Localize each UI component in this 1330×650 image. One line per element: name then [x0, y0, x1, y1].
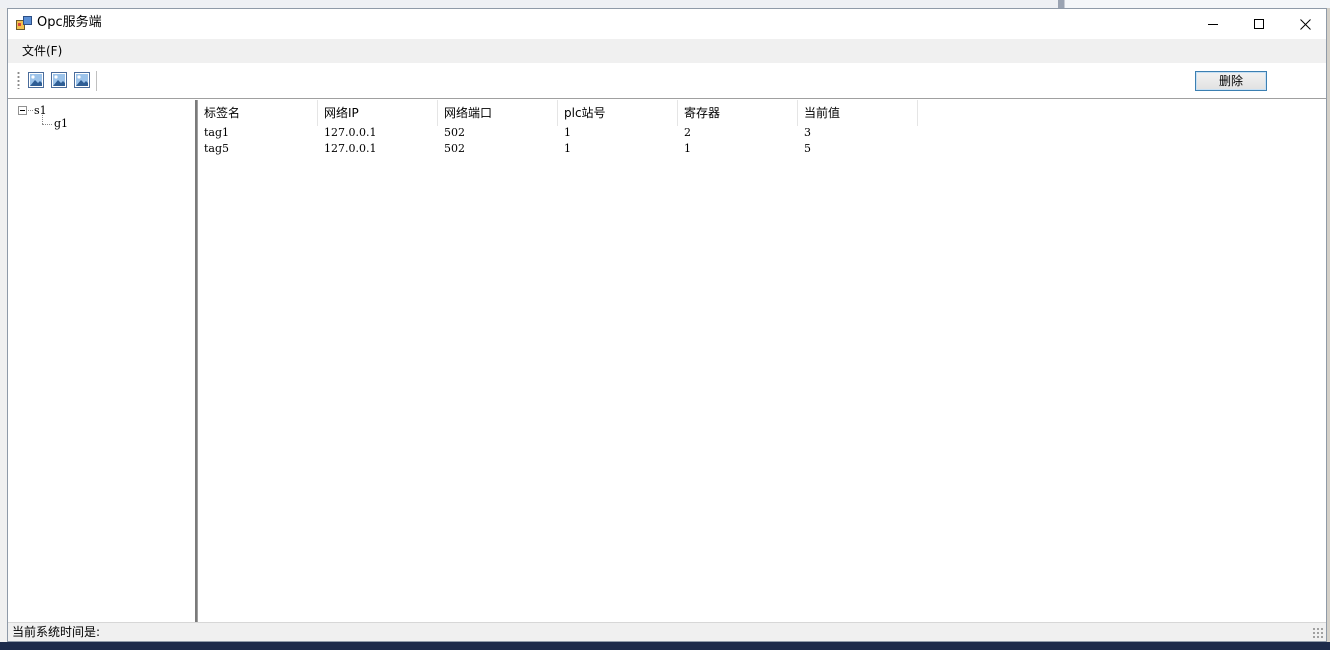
delete-button[interactable]: 删除 — [1195, 71, 1267, 91]
toolbar-separator — [96, 71, 97, 91]
image-icon[interactable] — [51, 72, 67, 88]
toolbar-grip[interactable] — [17, 71, 20, 89]
column-header-ip[interactable]: 网络IP — [318, 100, 438, 126]
cell-tag-name: tag5 — [204, 142, 230, 155]
cell-plc-station: 1 — [564, 126, 571, 139]
column-header-plc-station[interactable]: plc站号 — [558, 100, 678, 126]
maximize-button[interactable] — [1236, 9, 1282, 39]
tree-connector — [28, 110, 33, 111]
column-header-register[interactable]: 寄存器 — [678, 100, 798, 126]
resize-grip-icon[interactable] — [1312, 627, 1324, 639]
minimize-icon — [1207, 23, 1218, 25]
tree-node-g1[interactable]: g1 — [54, 117, 68, 130]
desktop-background-left — [0, 8, 7, 642]
image-icon[interactable] — [74, 72, 90, 88]
maximize-icon — [1253, 18, 1264, 29]
close-button[interactable] — [1282, 9, 1328, 39]
toolbar: 删除 — [8, 63, 1326, 99]
column-header-tag-name[interactable]: 标签名 — [198, 100, 318, 126]
status-label: 当前系统时间是: — [12, 625, 101, 639]
minimize-button[interactable] — [1190, 9, 1236, 39]
cell-tag-name: tag1 — [204, 126, 230, 139]
cell-port: 502 — [444, 126, 465, 139]
window-title: Opc服务端 — [37, 15, 102, 30]
collapse-icon[interactable] — [18, 106, 27, 115]
menu-item-file[interactable]: 文件(F) — [14, 42, 70, 60]
cell-ip: 127.0.0.1 — [324, 126, 377, 139]
close-icon — [1299, 18, 1311, 30]
taskbar — [0, 642, 1330, 650]
column-header-current-value[interactable]: 当前值 — [798, 100, 918, 126]
cell-current-value: 3 — [804, 126, 811, 139]
cell-plc-station: 1 — [564, 142, 571, 155]
menu-bar: 文件(F) — [8, 39, 1326, 63]
tree-view[interactable]: s1 g1 — [9, 100, 197, 622]
cell-current-value: 5 — [804, 142, 811, 155]
main-window: Opc服务端 文件(F) 删除 s1 g1 标签名 网络IP 网络端口 plc站… — [7, 8, 1327, 642]
column-header-port[interactable]: 网络端口 — [438, 100, 558, 126]
cell-register: 2 — [684, 126, 691, 139]
image-icon[interactable] — [28, 72, 44, 88]
cell-port: 502 — [444, 142, 465, 155]
cell-register: 1 — [684, 142, 691, 155]
title-bar[interactable]: Opc服务端 — [8, 9, 1326, 39]
app-icon — [16, 16, 32, 30]
status-bar: 当前系统时间是: — [8, 622, 1326, 641]
desktop-background-window — [1064, 0, 1330, 8]
tree-node-s1[interactable]: s1 — [34, 104, 47, 117]
tag-list-view[interactable]: 标签名 网络IP 网络端口 plc站号 寄存器 当前值 tag1 127.0.0… — [197, 100, 1326, 622]
tree-connector — [42, 124, 52, 125]
cell-ip: 127.0.0.1 — [324, 142, 377, 155]
